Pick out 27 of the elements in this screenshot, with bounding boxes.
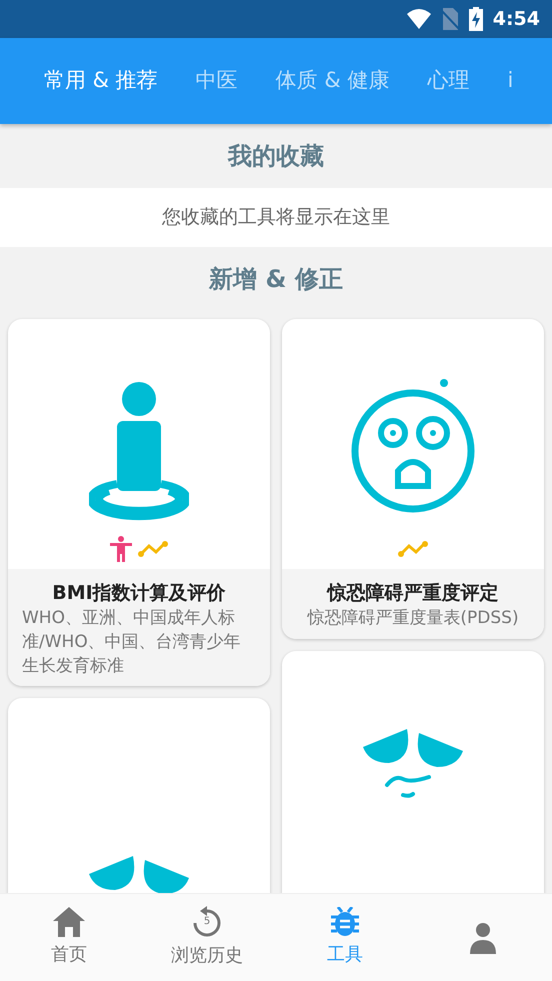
category-tab[interactable]: 体质 & 健康: [276, 65, 390, 97]
category-tab[interactable]: i: [507, 65, 514, 97]
tool-description: WHO、亚洲、中国成年人标准/WHO、中国、台湾青少年生长发育标准: [22, 607, 242, 678]
category-tab[interactable]: 心理: [427, 65, 470, 97]
wifi-icon: [406, 9, 431, 29]
clock-time: 4:54: [492, 6, 540, 32]
nav-tab[interactable]: 工具: [276, 894, 414, 981]
nav-tab[interactable]: 首页: [0, 894, 138, 981]
battery-charging-icon: [468, 7, 483, 31]
home-icon: [53, 907, 85, 937]
category-tab[interactable]: 常用 & 推荐: [44, 65, 158, 97]
tool-title: 惊恐障碍严重度评定: [326, 580, 500, 606]
category-tab[interactable]: 中医: [196, 65, 238, 97]
nav-tab[interactable]: 5 浏览历史: [138, 894, 276, 981]
history-icon: [192, 906, 222, 938]
empty-message: 您收藏的工具将显示在这里: [0, 188, 552, 246]
tool-card[interactable]: 惊恐障碍严重度评定 惊恐障碍严重度量表(PDSS): [282, 318, 544, 639]
tool-card[interactable]: [282, 650, 544, 893]
tool-title: BMI指数计算及评价: [51, 580, 227, 606]
section-title: 我的收藏: [226, 141, 325, 172]
tool-card[interactable]: BMI指数计算及评价 WHO、亚洲、中国成年人标准/WHO、中国、台湾青少年生长发育标准: [8, 318, 270, 686]
history-count: 5: [202, 917, 212, 927]
no-sim-icon: [440, 8, 459, 30]
tool-description: 惊恐障碍严重度量表(PDSS): [306, 607, 520, 630]
person-icon[interactable]: [468, 922, 498, 954]
section-title: 新增 & 修正: [208, 264, 344, 294]
bug-icon: [330, 907, 360, 937]
